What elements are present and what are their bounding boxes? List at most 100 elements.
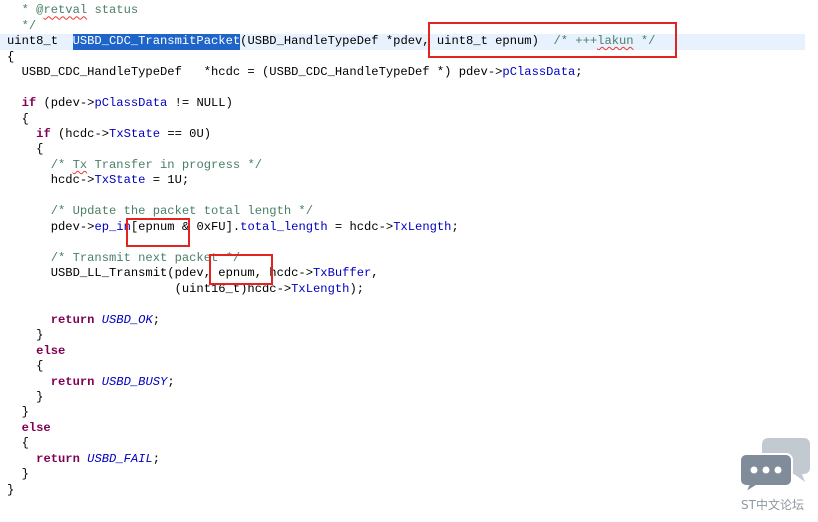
field-token: pClassData [502, 65, 576, 80]
misspelled-comment-token: Tx [72, 157, 88, 172]
field-token: pClassData [94, 96, 168, 111]
enum-constant-token: USBD_FAIL [87, 451, 153, 466]
code-line[interactable]: return USBD_OK; [0, 313, 805, 328]
code-line[interactable]: } [0, 328, 805, 343]
code-editor[interactable]: * @retval status */uint8_t USBD_CDC_Tran… [0, 0, 818, 522]
code-line[interactable]: { [0, 142, 805, 157]
code-line[interactable]: */ [0, 19, 805, 34]
code-line[interactable]: } [0, 467, 805, 482]
field-token: TxLength [393, 219, 452, 234]
code-line[interactable]: /* Update the packet total length */ [0, 204, 805, 219]
field-token: TxState [109, 127, 161, 141]
code-token: (pdev-> [36, 96, 95, 111]
code-token: ; [152, 451, 161, 466]
code-line[interactable]: { [0, 436, 805, 451]
comment-token: /* Transmit next packet */ [7, 250, 241, 265]
code-token: ; [451, 219, 459, 234]
code-line[interactable]: return USBD_FAIL; [0, 452, 805, 467]
code-token: ); [349, 281, 365, 296]
code-line[interactable]: } [0, 483, 805, 498]
keyword-token: return [50, 312, 95, 327]
enum-constant-token: USBD_BUSY [101, 374, 168, 389]
code-token: , [371, 266, 379, 281]
code-token: } [7, 482, 15, 497]
code-text-area[interactable]: * @retval status */uint8_t USBD_CDC_Tran… [0, 3, 805, 498]
chat-dot [750, 466, 758, 474]
selected-text[interactable]: USBD_CDC_TransmitPacket [72, 34, 241, 50]
code-line[interactable]: USBD_CDC_HandleTypeDef *hcdc = (USBD_CDC… [0, 65, 805, 80]
code-line[interactable] [0, 81, 805, 96]
chat-dot [762, 466, 770, 474]
code-token: != NULL) [167, 96, 233, 111]
keyword-token: else [21, 420, 51, 435]
code-token: = 1U; [145, 173, 190, 188]
code-token: hcdc-> [7, 173, 95, 188]
code-token: USBD_CDC_HandleTypeDef *hcdc = (USBD_CDC… [7, 65, 503, 80]
comment-token: /* [7, 157, 73, 172]
code-line[interactable]: { [0, 50, 805, 65]
code-line[interactable]: * @retval status [0, 3, 805, 18]
keyword-token: else [36, 343, 66, 358]
comment-token: Transfer in progress */ [87, 157, 263, 172]
code-line[interactable]: { [0, 359, 805, 374]
code-line[interactable]: else [0, 344, 805, 359]
field-token: TxBuffer [313, 266, 372, 281]
comment-token: status [87, 3, 139, 18]
code-token: == 0U) [160, 127, 212, 141]
annotation-box-signature-epnum [428, 22, 677, 58]
keyword-token: return [36, 451, 80, 466]
code-token: ; [575, 65, 583, 80]
code-line[interactable] [0, 189, 805, 204]
current-code-line[interactable]: uint8_t USBD_CDC_TransmitPacket(USBD_Han… [0, 34, 805, 50]
code-line[interactable]: hcdc->TxState = 1U; [0, 173, 805, 188]
code-line[interactable] [0, 297, 805, 312]
code-line[interactable]: else [0, 421, 805, 436]
code-token: { [7, 359, 44, 374]
code-line[interactable]: { [0, 112, 805, 127]
comment-token: */ [7, 18, 37, 33]
code-token: pdev-> [7, 219, 95, 234]
field-token: TxLength [291, 281, 350, 296]
code-token: uint8_t [7, 34, 73, 49]
code-line[interactable]: /* Transmit next packet */ [0, 251, 805, 266]
code-line[interactable]: (uint16_t)hcdc->TxLength); [0, 282, 805, 297]
code-token: ; [167, 374, 175, 389]
enum-constant-token: USBD_OK [101, 312, 153, 327]
code-line[interactable] [0, 235, 805, 250]
code-line[interactable]: } [0, 390, 805, 405]
misspelled-comment-token: retval [43, 3, 88, 18]
code-line[interactable]: /* Tx Transfer in progress */ [0, 158, 805, 173]
chat-dot [774, 466, 782, 474]
code-line[interactable]: } [0, 405, 805, 420]
code-token: ; [152, 312, 161, 327]
comment-token: /* Update the packet total length */ [7, 204, 313, 219]
code-line[interactable]: USBD_LL_Transmit(pdev, epnum, hcdc->TxBu… [0, 266, 805, 281]
comment-token: * @ [7, 3, 44, 18]
field-token: total_length [240, 219, 328, 234]
code-token: } [7, 405, 29, 420]
code-token: { [7, 142, 44, 157]
watermark-text: ST中文论坛 [741, 498, 804, 512]
code-line[interactable]: if (hcdc->TxState == 0U) [0, 127, 805, 142]
chat-bubbles-icon [739, 438, 810, 494]
code-line[interactable]: pdev->ep_in[epnum & 0xFU].total_length =… [0, 220, 805, 235]
code-line[interactable]: if (pdev->pClassData != NULL) [0, 96, 805, 111]
code-token: (hcdc-> [50, 127, 110, 141]
annotation-box-ep-in-epnum [126, 218, 190, 247]
code-line[interactable]: return USBD_BUSY; [0, 375, 805, 390]
code-token: = hcdc-> [327, 219, 394, 234]
code-token: { [7, 436, 29, 451]
code-token: } [7, 328, 44, 343]
code-token: } [7, 467, 29, 482]
keyword-token: if [21, 96, 37, 111]
field-token: TxState [94, 173, 146, 188]
